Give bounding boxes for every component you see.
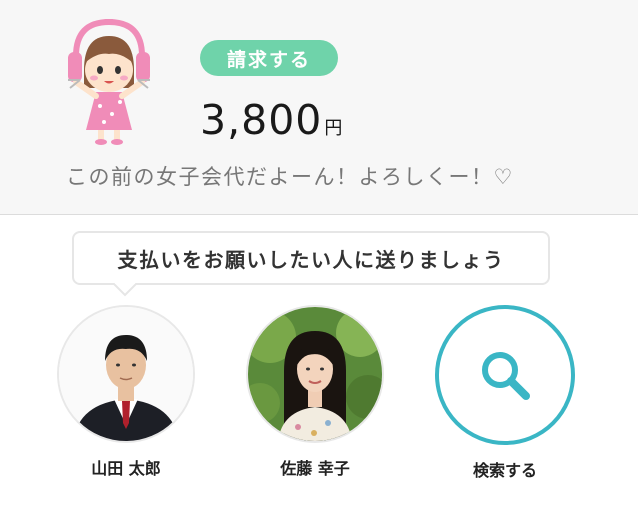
contact-sato[interactable]: 佐藤 幸子 (245, 305, 385, 479)
request-card: 請求する 3,800 円 この前の女子会代だよーん！よろしくー！♡ (0, 0, 638, 215)
contact-yamada[interactable]: 山田 太郎 (56, 305, 196, 479)
currency-unit: 円 (324, 118, 343, 139)
search-icon (482, 352, 530, 400)
search-label: 検索する (472, 461, 537, 480)
avatar (57, 305, 195, 443)
contact-name: 佐藤 幸子 (280, 459, 350, 478)
search-circle (435, 305, 575, 445)
avatar (246, 305, 384, 443)
amount-display: 3,800 円 (200, 96, 342, 144)
avatar-woman-outdoor-icon (248, 307, 382, 441)
tooltip-tail (113, 283, 137, 297)
mascot-girl-headphones-icon (68, 18, 150, 145)
request-badge: 請求する (200, 40, 338, 76)
amount-value: 3,800 (200, 96, 323, 144)
avatar-man-suit-icon (59, 307, 193, 441)
contact-name: 山田 太郎 (91, 459, 161, 478)
search-contact-button[interactable]: 検索する (435, 305, 575, 481)
send-prompt-tooltip: 支払いをお願いしたい人に送りましょう (72, 231, 550, 285)
request-message: この前の女子会代だよーん！よろしくー！♡ (66, 165, 514, 189)
